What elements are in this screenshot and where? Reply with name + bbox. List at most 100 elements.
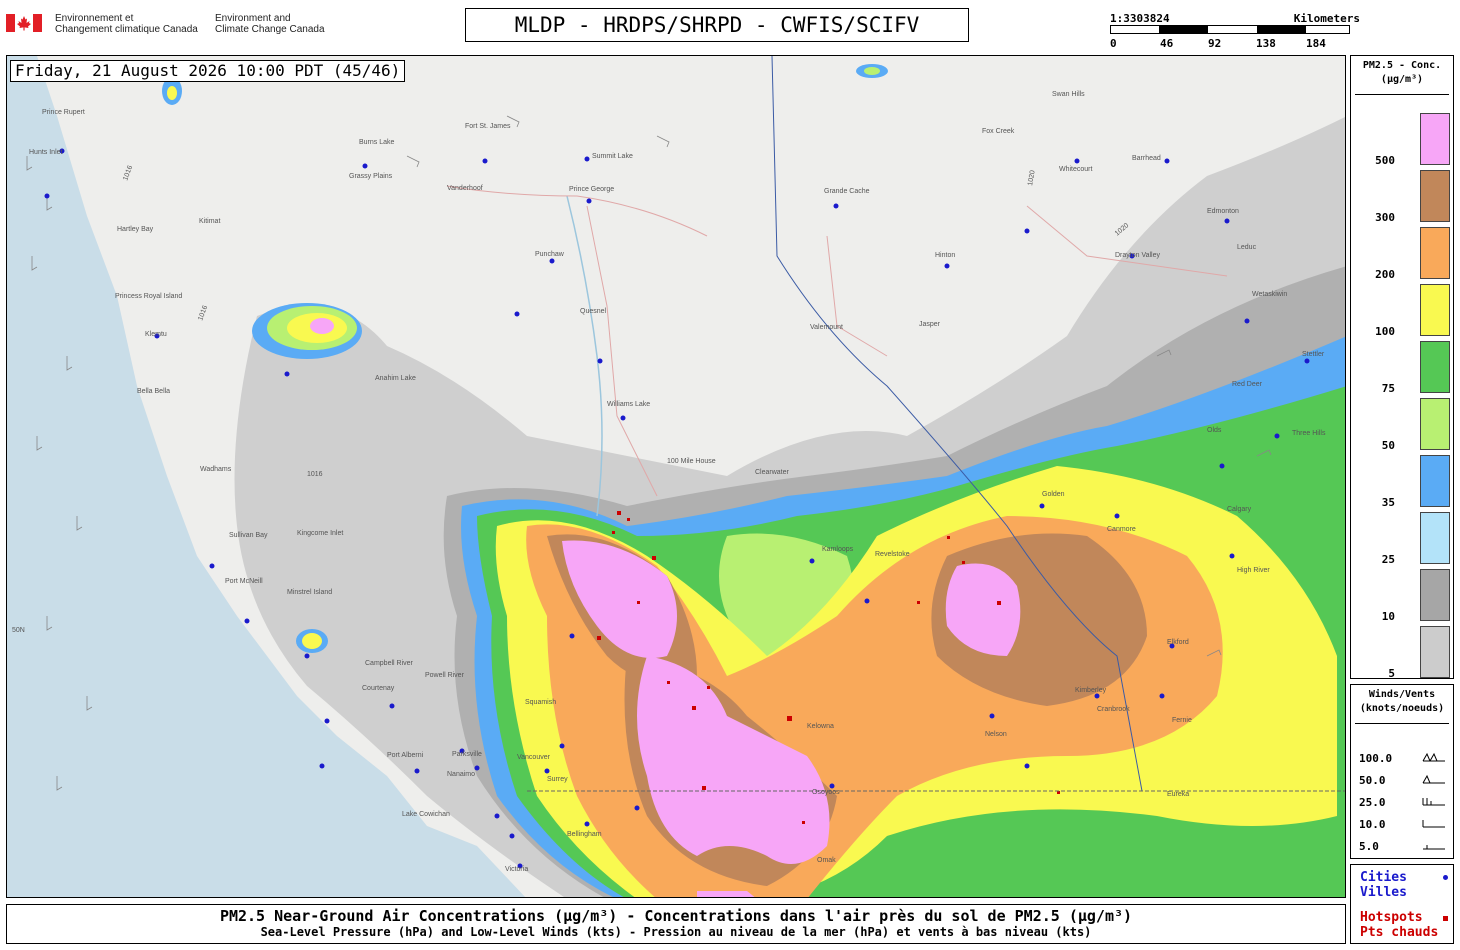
city-label: Grande Cache [824,188,870,195]
city-label: Victoria [505,866,528,873]
city-label: Williams Lake [607,401,650,408]
city-label: Powell River [425,672,465,679]
isobar-label-2: 1020 [1027,170,1037,187]
city-label: Three Hills [1292,430,1326,437]
city-label: High River [1237,567,1270,574]
city-label: Parksville [452,751,482,758]
city-label: Omak [817,857,836,864]
city-label: Barrhead [1132,155,1161,162]
isobar-label: 1016 [197,305,209,322]
wind-legend: Winds/Vents (knots/noeuds) 100.0 50.0 25… [1350,684,1454,859]
city-label: Calgary [1227,506,1252,513]
city-label: Bellingham [567,831,602,838]
pm25-legend-title: PM2.5 - Conc. (µg/m³) [1362,60,1442,85]
scale-tick: 184 [1306,37,1326,50]
canada-flag-logo [6,14,42,32]
city-label: Kingcome Inlet [297,530,343,537]
wind-row-label: 5.0 [1359,840,1379,853]
city-label: Hunts Inlet [29,149,63,156]
city-label: Fox Creek [982,128,1015,135]
cities-legend-label: Cities Villes [1360,870,1407,900]
hotspot-square-icon [1443,916,1448,921]
scale-tick: 138 [1256,37,1276,50]
scale-ratio: 1:3303824 [1110,12,1170,25]
wind-barb-icons [1422,752,1445,850]
city-label: Port McNeill [225,578,263,585]
plume-north-2 [296,629,328,653]
isobar-label: 1016 [307,471,323,478]
city-label: Prince George [569,186,614,193]
swatch-label: 500 [1375,154,1395,167]
agency-name-fr: Environnement et Changement climatique C… [55,13,198,35]
points-legend: Cities Villes Hotspots Pts chauds [1350,864,1454,944]
city-label: Valemount [810,324,843,331]
isobar-label-2: 1020 [1114,222,1131,237]
city-label: Campbell River [365,660,414,667]
product-title: MLDP - HRDPS/SHRPD - CWFIS/SCIFV [465,8,969,42]
city-label: Stettler [1302,351,1325,358]
legend-divider [1355,94,1449,95]
city-label: Fernie [1172,717,1192,724]
scale-unit: Kilometers [1293,12,1360,25]
wind-row-label: 50.0 [1359,774,1386,787]
swatch-500 [1420,113,1450,165]
city-label: Squamish [525,699,556,706]
city-label: Golden [1042,491,1065,498]
city-label: 100 Mile House [667,458,716,465]
city-label: Osoyoos [812,789,840,796]
swatch-75 [1420,341,1450,393]
city-label: Minstrel Island [287,589,332,596]
city-label: Fort St. James [465,123,511,130]
wind-row-label: 100.0 [1359,752,1393,765]
city-label: Vanderhoof [447,185,483,192]
city-label: Prince Rupert [42,109,85,116]
city-label: Cranbrook [1097,706,1130,713]
swatch-label: 75 [1381,382,1395,395]
swatch-5 [1420,626,1450,678]
scale-bar: 1:3303824 Kilometers 0 46 92 138 184 [1110,10,1360,50]
wind-row-label: 25.0 [1359,796,1386,809]
swatch-35 [1420,455,1450,507]
city-label: Bella Bella [137,388,170,395]
swatch-200 [1420,227,1450,279]
city-label: Surrey [547,776,568,783]
caption-line-2: Sea-Level Pressure (hPa) and Low-Level W… [260,925,1092,939]
swatch-label: 300 [1375,211,1395,224]
swatch-10 [1420,569,1450,621]
city-label: Clearwater [755,469,790,476]
scale-tick: 0 [1110,37,1117,50]
city-label: Grassy Plains [349,173,393,180]
city-label: Nelson [985,731,1007,738]
city-label: Eureka [1167,791,1189,798]
city-label: Princess Royal Island [115,293,182,300]
swatch-50 [1420,398,1450,450]
plume-north-1 [252,303,362,359]
city-label: Burns Lake [359,139,395,146]
swatch-25 [1420,512,1450,564]
agency-name-en: Environment and Climate Change Canada [215,13,325,35]
swatch-label: 25 [1381,553,1395,566]
swatch-label: 200 [1375,268,1395,281]
city-label: Elkford [1167,639,1189,646]
city-label: Anahim Lake [375,375,416,382]
swatch-label: 100 [1375,325,1395,338]
city-label: Drayton Valley [1115,252,1161,259]
swatch-label: 10 [1381,610,1395,623]
city-label: Hartley Bay [117,226,154,233]
city-label: Quesnel [580,308,607,315]
swatch-label: 50 [1381,439,1395,452]
city-label: Lake Cowichan [402,811,450,818]
city-label: Red Deer [1232,381,1263,388]
city-label: Jasper [919,321,941,328]
caption-line-1: PM2.5 Near-Ground Air Concentrations (µg… [219,907,1133,925]
latitude-label: 50N [12,627,25,634]
city-label: Wadhams [200,466,232,473]
city-label: Olds [1207,427,1222,434]
pm25-legend: PM2.5 - Conc. (µg/m³) 500 300 200 100 75… [1350,55,1454,680]
city-label: Kitimat [199,218,220,225]
city-label: Whitecourt [1059,166,1093,173]
city-label: Punchaw [535,251,565,258]
smoke-forecast-map[interactable]: 1016 1016 1016 1020 1020 50N Prince Rupe… [6,55,1346,898]
city-dot-icon [1443,875,1448,880]
city-label: Vancouver [517,754,551,761]
